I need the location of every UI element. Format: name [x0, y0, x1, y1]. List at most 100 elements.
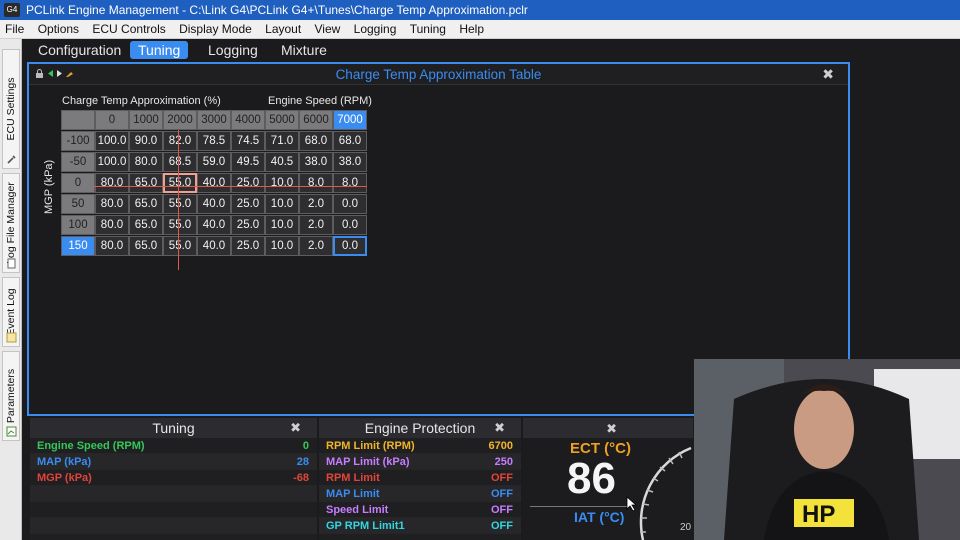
protection-row-value: OFF: [491, 488, 513, 500]
menu-file[interactable]: File: [0, 20, 29, 38]
table-cell[interactable]: 68.0: [299, 131, 333, 151]
table-cell[interactable]: 10.0: [265, 215, 299, 235]
table-cell[interactable]: 0.0: [333, 215, 367, 235]
chart-icon: [6, 426, 17, 437]
side-tab-log-file-manager[interactable]: Log File Manager: [2, 173, 20, 273]
table-cell[interactable]: 82.0: [163, 131, 197, 151]
table-cell[interactable]: 25.0: [231, 215, 265, 235]
y-axis-title: MGP (kPa): [43, 159, 55, 214]
table-cell[interactable]: 55.0: [163, 215, 197, 235]
protection-row-label: MAP Limit: [326, 488, 380, 500]
table-cell[interactable]: 40.0: [197, 173, 231, 193]
x-axis-cell[interactable]: 4000: [231, 110, 265, 130]
lock-icon[interactable]: [35, 69, 44, 78]
tab-mixture-map[interactable]: Mixture Map: [273, 41, 335, 76]
table-cell[interactable]: 65.0: [129, 173, 163, 193]
table-cell[interactable]: 74.5: [231, 131, 265, 151]
table-cell[interactable]: 80.0: [95, 173, 129, 193]
table-cell[interactable]: 68.5: [163, 152, 197, 172]
menu-options[interactable]: Options: [33, 20, 84, 38]
table-cell[interactable]: 68.0: [333, 131, 367, 151]
table-cell[interactable]: 2.0: [299, 215, 333, 235]
tab-tuning[interactable]: Tuning: [130, 41, 189, 59]
table-cell[interactable]: 78.5: [197, 131, 231, 151]
menu-ecu-controls[interactable]: ECU Controls: [87, 20, 170, 38]
table-cell[interactable]: 80.0: [129, 152, 163, 172]
table-cell[interactable]: 40.5: [265, 152, 299, 172]
close-icon[interactable]: ✖: [822, 67, 834, 81]
pencil-icon[interactable]: [65, 69, 74, 78]
x-axis-cell[interactable]: 5000: [265, 110, 299, 130]
table-cell[interactable]: 0.0: [333, 194, 367, 214]
table-cell[interactable]: 80.0: [95, 236, 129, 256]
menu-help[interactable]: Help: [454, 20, 489, 38]
y-axis-cell[interactable]: 0: [61, 173, 95, 193]
x-axis-cell[interactable]: 1000: [129, 110, 163, 130]
x-axis-cell[interactable]: 2000: [163, 110, 197, 130]
side-tab-parameters[interactable]: Parameters: [2, 351, 20, 441]
table-cell[interactable]: 25.0: [231, 236, 265, 256]
table-cell[interactable]: 10.0: [265, 173, 299, 193]
arrow-right-icon[interactable]: [55, 69, 64, 78]
table-cell[interactable]: 55.0: [163, 173, 197, 193]
x-axis-cell[interactable]: 7000: [333, 110, 367, 130]
table-cell[interactable]: 8.0: [299, 173, 333, 193]
table-cell[interactable]: 40.0: [197, 236, 231, 256]
table-cell[interactable]: 55.0: [163, 194, 197, 214]
table-cell[interactable]: 100.0: [95, 152, 129, 172]
protection-row-label: MAP Limit (kPa): [326, 456, 410, 468]
table-cell[interactable]: 2.0: [299, 236, 333, 256]
tab-logging[interactable]: Logging: [200, 41, 266, 59]
y-axis-cell[interactable]: -100: [61, 131, 95, 151]
table-cell[interactable]: 59.0: [197, 152, 231, 172]
table-cell[interactable]: 65.0: [129, 215, 163, 235]
x-axis-cell[interactable]: 3000: [197, 110, 231, 130]
table-cell[interactable]: 49.5: [231, 152, 265, 172]
table-cell[interactable]: 55.0: [163, 236, 197, 256]
table-cell[interactable]: 38.0: [333, 152, 367, 172]
table-cell[interactable]: 38.0: [299, 152, 333, 172]
table-cell[interactable]: 25.0: [231, 194, 265, 214]
dial-gauge: 20: [639, 446, 692, 540]
table-cell[interactable]: 8.0: [333, 173, 367, 193]
arrow-left-icon[interactable]: [46, 69, 55, 78]
menu-logging[interactable]: Logging: [349, 20, 402, 38]
close-icon[interactable]: ✖: [290, 421, 301, 435]
presenter-video-image: HP: [694, 359, 960, 540]
tuning-row-value: 0: [302, 440, 309, 452]
table-cell[interactable]: 71.0: [265, 131, 299, 151]
table-cell[interactable]: 10.0: [265, 236, 299, 256]
side-tab-ecu-settings[interactable]: ECU Settings: [2, 49, 20, 169]
y-axis-cell[interactable]: 100: [61, 215, 95, 235]
tuning-list: Engine Speed (RPM) 0 MAP (kPa) 28 MGP (kPa) -…: [30, 438, 317, 534]
table-cell[interactable]: 0.0: [333, 236, 367, 256]
menu-view[interactable]: View: [310, 20, 346, 38]
panel-header: Engine Protection ✖: [319, 418, 521, 438]
menu-tuning[interactable]: Tuning: [405, 20, 451, 38]
close-icon[interactable]: ✖: [606, 421, 617, 437]
table-cell[interactable]: 90.0: [129, 131, 163, 151]
y-axis-cell[interactable]: -50: [61, 152, 95, 172]
x-axis-cell[interactable]: 6000: [299, 110, 333, 130]
menu-layout[interactable]: Layout: [260, 20, 306, 38]
side-tab-event-log[interactable]: Event Log: [2, 277, 20, 347]
side-tab-label: Event Log: [5, 288, 17, 336]
close-icon[interactable]: ✖: [494, 421, 505, 435]
x-axis-cell[interactable]: 0: [95, 110, 129, 130]
y-axis-cell[interactable]: 50: [61, 194, 95, 214]
table-cell[interactable]: 65.0: [129, 194, 163, 214]
table-cell[interactable]: 80.0: [95, 194, 129, 214]
menu-display-mode[interactable]: Display Mode: [174, 20, 257, 38]
table-cell[interactable]: 40.0: [197, 194, 231, 214]
table-cell[interactable]: 10.0: [265, 194, 299, 214]
table-cell[interactable]: 25.0: [231, 173, 265, 193]
table-cell[interactable]: 65.0: [129, 236, 163, 256]
table-cell[interactable]: 100.0: [95, 131, 129, 151]
crosshair-horizontal-line: [93, 186, 367, 187]
table-cell[interactable]: 80.0: [95, 215, 129, 235]
table-cell[interactable]: 2.0: [299, 194, 333, 214]
tab-configuration[interactable]: Configuration: [30, 41, 129, 59]
y-axis-cell[interactable]: 150: [61, 236, 95, 256]
table-cell[interactable]: 40.0: [197, 215, 231, 235]
tuning-row-value: 28: [296, 456, 309, 468]
